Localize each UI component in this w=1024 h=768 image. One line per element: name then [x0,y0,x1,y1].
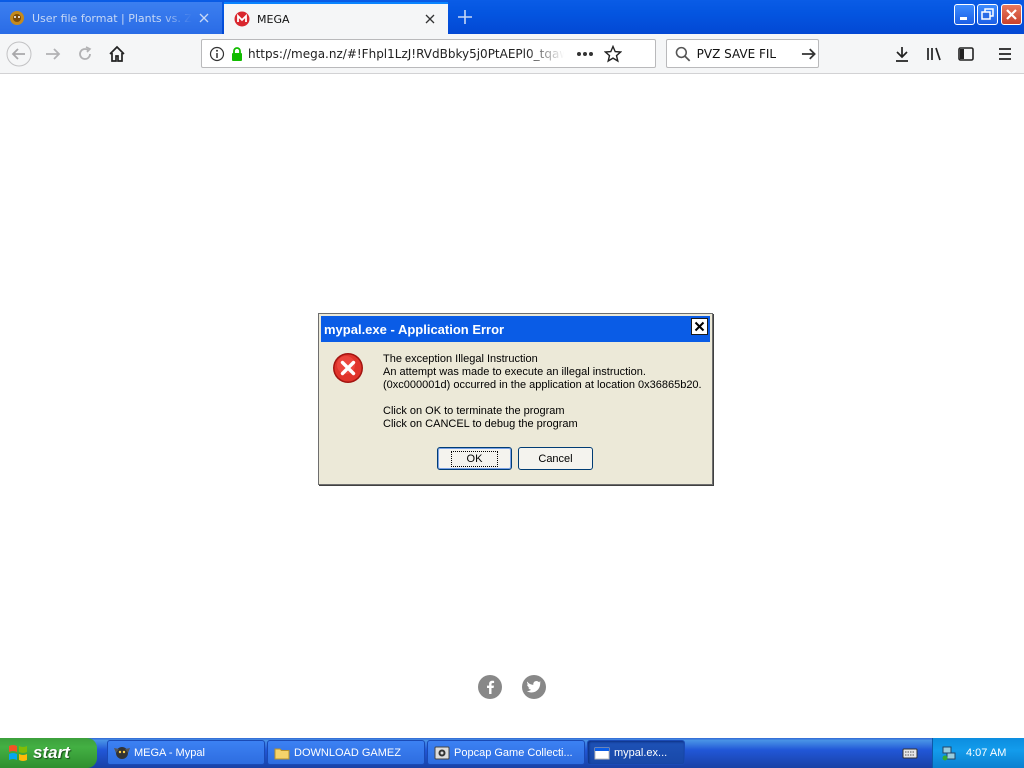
clock: 4:07 AM [966,747,1007,759]
message-line: Click on CANCEL to debug the program [383,418,578,430]
window-close-button[interactable] [1001,4,1022,25]
message-line: Click on OK to terminate the program [383,405,565,417]
taskbar-item-label: mypal.ex... [614,746,668,759]
taskbar-item-label: MEGA - Mypal [134,746,205,759]
info-icon[interactable] [209,46,225,62]
mypal-icon [114,746,130,759]
back-button[interactable] [5,40,33,68]
library-icon [927,47,941,61]
tab-title: MEGA [257,12,290,26]
ok-button-label: OK [450,450,499,467]
home-button[interactable] [103,40,131,68]
taskbar-item-popcap[interactable]: Popcap Game Collecti... [427,740,585,765]
dialog-title: mypal.exe - Application Error [324,321,505,337]
application-error-dialog: mypal.exe - Application Error The except… [318,313,713,485]
windows-logo-icon [9,745,27,761]
message-line [383,392,709,405]
folder-icon [274,748,290,759]
navigation-toolbar: https://mega.nz/#!Fhpl1LzJ!RVdBbky5j0PtA… [0,34,1024,74]
url-bar[interactable]: https://mega.nz/#!Fhpl1LzJ!RVdBbky5j0PtA… [201,39,656,68]
message-line: The exception Illegal Instruction [383,353,538,365]
twitter-link[interactable] [522,675,546,699]
system-tray: 4:07 AM [932,738,1024,768]
restore-button[interactable] [977,4,998,25]
tab-title: User file format | Plants vs. Zombies [32,11,192,25]
pvz-favicon-icon [10,11,24,25]
windows-taskbar: start MEGA - Mypal DOWNLOAD GAMEZ Popcap… [0,738,1024,768]
taskbar-item-label: DOWNLOAD GAMEZ [294,746,401,759]
dialog-message: The exception Illegal Instruction An att… [383,353,709,431]
dialog-titlebar[interactable]: mypal.exe - Application Error [321,316,710,342]
minimize-button[interactable] [954,4,975,25]
search-input[interactable]: PVZ SAVE FIL [697,47,791,61]
url-text: https://mega.nz/#!Fhpl1LzJ!RVdBbky5j0PtA… [248,46,564,61]
search-bar[interactable]: PVZ SAVE FIL [666,39,819,68]
search-icon [675,46,691,61]
dialog-close-button[interactable] [691,318,708,335]
taskbar-item-download-gamez[interactable]: DOWNLOAD GAMEZ [267,740,425,765]
browser-tab-strip: User file format | Plants vs. Zombies ME… [0,0,1024,34]
download-icon [896,47,908,62]
start-label: start [33,743,70,762]
message-line: (0xc000001d) occurred in the application… [383,379,702,391]
error-icon [333,353,363,383]
sidebar-toggle-button[interactable] [952,40,980,68]
bookmark-star-icon[interactable] [604,44,622,63]
page-actions-icon[interactable] [576,51,594,57]
taskbar-item-mega-mypal[interactable]: MEGA - Mypal [107,740,265,765]
mega-favicon-icon [234,11,250,27]
new-tab-plus-icon[interactable] [454,6,476,28]
reload-button[interactable] [71,40,99,68]
downloads-button[interactable] [888,40,916,68]
taskbar-item-mypal-exe[interactable]: mypal.ex... [587,740,685,765]
hamburger-menu-icon [999,48,1011,60]
lock-icon[interactable] [230,46,244,62]
forward-button[interactable] [39,40,67,68]
menu-button[interactable] [991,40,1019,68]
cancel-button[interactable]: Cancel [518,447,593,470]
keyboard-language-icon[interactable] [902,745,918,761]
search-go-arrow-icon[interactable] [800,45,818,63]
taskbar-item-label: Popcap Game Collecti... [454,746,573,759]
facebook-link[interactable] [478,675,502,699]
message-line: An attempt was made to execute an illega… [383,366,646,378]
popcap-icon [434,746,450,759]
ok-button[interactable]: OK [437,447,512,470]
forward-arrow-icon [46,48,61,60]
back-arrow-icon [6,41,32,67]
sidebar-icon [958,47,974,61]
library-button[interactable] [920,40,948,68]
close-tab-icon[interactable] [422,11,438,27]
close-tab-icon[interactable] [196,10,212,26]
cancel-button-label: Cancel [538,452,573,465]
network-icon[interactable] [941,745,957,761]
window-icon [594,747,610,759]
close-icon [694,321,705,332]
tab-pvz-user-file-format[interactable]: User file format | Plants vs. Zombies [0,2,222,34]
twitter-icon [527,681,541,693]
tab-mega[interactable]: MEGA [224,2,448,34]
start-button[interactable]: start [0,738,97,768]
facebook-icon [487,680,495,694]
home-icon [109,45,125,62]
reload-icon [79,46,92,60]
